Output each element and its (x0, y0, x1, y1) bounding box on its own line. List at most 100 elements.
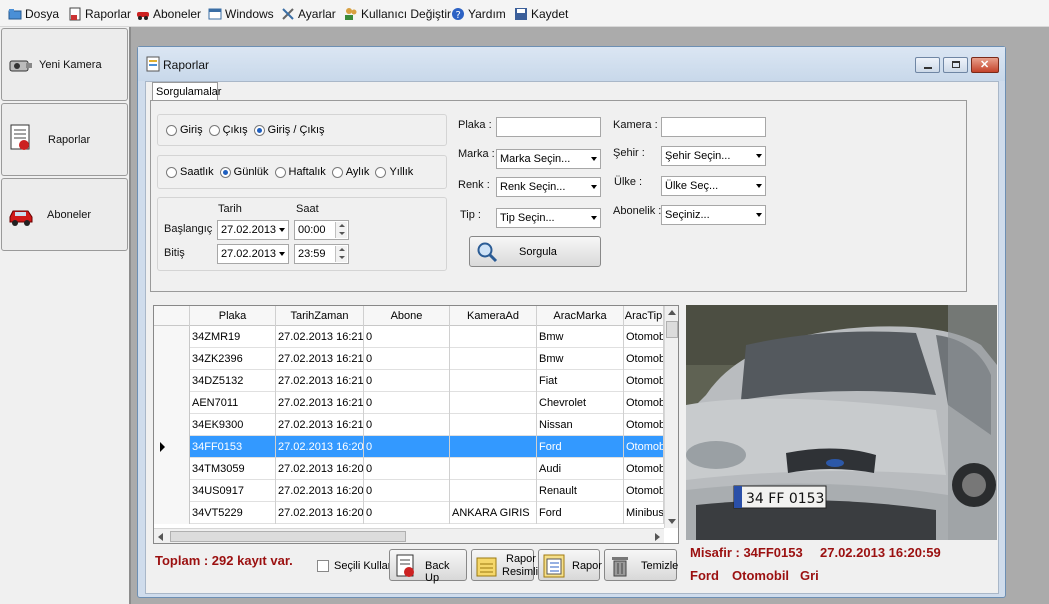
radio-circle[interactable] (375, 166, 387, 178)
period-radio-3[interactable]: Aylık (331, 166, 369, 178)
radio-circle[interactable] (331, 166, 343, 178)
direction-radio-1[interactable]: Çıkış (208, 124, 248, 136)
radio-circle[interactable] (274, 166, 286, 178)
row-header[interactable] (154, 436, 190, 458)
row-header[interactable] (154, 392, 190, 414)
table-row[interactable]: 34EK930027.02.2013 16:210 NissanOtomobil (154, 414, 678, 436)
radio-label: Çıkış (222, 124, 248, 136)
radio-circle[interactable] (166, 166, 177, 178)
close-icon: ✕ (980, 59, 990, 71)
column-header[interactable]: Abone (364, 306, 450, 326)
temizle-button[interactable]: Temizle (604, 549, 679, 581)
row-header[interactable] (154, 502, 190, 524)
raporlar-button[interactable]: Raporlar (1, 103, 128, 176)
direction-radio-0[interactable]: Giriş (166, 124, 203, 136)
yeni-kamera-button[interactable]: Yeni Kamera (1, 28, 128, 101)
aboneler-button[interactable]: Aboneler (1, 178, 128, 251)
table-row[interactable]: 34US091727.02.2013 16:200 RenaultOtomobil (154, 480, 678, 502)
scroll-up-icon[interactable] (668, 310, 676, 315)
column-header[interactable]: TarihZaman (276, 306, 364, 326)
start-time-stepper[interactable]: 00:00 (294, 220, 349, 240)
period-radio-1[interactable]: Günlük (219, 166, 269, 178)
minimize-button[interactable] (915, 57, 940, 73)
row-header[interactable] (154, 326, 190, 348)
results-grid[interactable]: Plaka TarihZaman Abone KameraAd AracMarka Ara… (153, 305, 679, 544)
menu-kaydet[interactable]: Kaydet (514, 5, 568, 23)
spin-icon[interactable] (335, 222, 347, 238)
start-date-value: 27.02.2013 (221, 224, 277, 236)
vehicle-photo: 34 FF 0153 (686, 305, 997, 540)
hscroll-thumb[interactable] (170, 531, 406, 542)
table-cell: Minibus (624, 502, 664, 524)
end-time-stepper[interactable]: 23:59 (294, 244, 349, 264)
column-header[interactable]: KameraAd (450, 306, 537, 326)
menu-aboneler[interactable]: Aboneler (136, 5, 201, 23)
maximize-button[interactable] (943, 57, 968, 73)
direction-group: Giriş Çıkış Giriş / Çıkış (157, 114, 447, 146)
tip-label: Tip : (460, 209, 481, 221)
radio-circle[interactable] (219, 166, 231, 178)
help-icon: ? (451, 7, 465, 21)
plaka-input[interactable] (496, 117, 601, 137)
column-header[interactable]: Plaka (190, 306, 276, 326)
secili-kullan-checkbox[interactable] (317, 560, 329, 572)
menu-ayarlar[interactable]: Ayarlar (281, 5, 336, 23)
row-header[interactable] (154, 458, 190, 480)
period-group: Saatlık Günlük Haftalık Aylık Yıllık (157, 155, 447, 189)
row-header[interactable] (154, 480, 190, 502)
radio-circle[interactable] (208, 124, 220, 136)
sorgula-button[interactable]: Sorgula (469, 236, 601, 267)
direction-radio-2[interactable]: Giriş / Çıkış (253, 124, 325, 136)
ulke-select[interactable]: Ülke Seç... (661, 176, 766, 196)
table-row[interactable]: 34TM305927.02.2013 16:200 AudiOtomobil (154, 458, 678, 480)
menu-raporlar[interactable]: Raporlar (68, 5, 131, 23)
end-date-picker[interactable]: 27.02.2013 (217, 244, 289, 264)
table-row[interactable]: 34VT5229 27.02.2013 16:20 0 ANKARA GIRIS For… (154, 502, 678, 524)
period-radio-4[interactable]: Yıllık (375, 166, 413, 178)
renk-select[interactable]: Renk Seçin... (496, 177, 601, 197)
table-row[interactable]: 34DZ513227.02.2013 16:210 FiatOtomobil (154, 370, 678, 392)
period-radio-0[interactable]: Saatlık (166, 166, 214, 178)
sehir-select[interactable]: Şehir Seçin... (661, 146, 766, 166)
row-header[interactable] (154, 414, 190, 436)
tip-select[interactable]: Tip Seçin... (496, 208, 601, 228)
column-header[interactable]: AracMarka (537, 306, 624, 326)
radio-circle[interactable] (253, 124, 265, 136)
rapor-resimli-button[interactable]: Rapor Resimli (471, 549, 538, 581)
abonelik-select[interactable]: Seçiniz... (661, 205, 766, 225)
menu-dosya[interactable]: Dosya (8, 5, 59, 23)
vertical-scrollbar[interactable] (664, 306, 678, 528)
close-button[interactable]: ✕ (971, 57, 999, 73)
row-header[interactable] (154, 370, 190, 392)
rapor-button[interactable]: Rapor (538, 549, 602, 581)
scroll-down-icon[interactable] (668, 519, 676, 524)
kamera-input[interactable] (661, 117, 766, 137)
temizle-label: Temizle (641, 560, 679, 572)
scroll-thumb[interactable] (666, 321, 678, 338)
period-radio-2[interactable]: Haftalık (274, 166, 326, 178)
horizontal-scrollbar[interactable] (154, 528, 664, 543)
table-row[interactable]: 34ZMR1927.02.2013 16:210 BmwOtomobil (154, 326, 678, 348)
checklist-icon (543, 554, 565, 581)
scroll-right-icon[interactable] (655, 533, 660, 541)
column-header[interactable]: AracTip (624, 306, 664, 326)
menu-kullanici-degistir[interactable]: Kullanıcı Değiştir (344, 5, 451, 23)
tab-sorgulamalar[interactable]: Sorgulamalar (152, 82, 221, 101)
table-cell: Otomobil (624, 392, 664, 414)
table-row[interactable]: 34ZK239627.02.2013 16:210 BmwOtomobil (154, 348, 678, 370)
backup-button[interactable]: Back Up (389, 549, 467, 584)
row-header[interactable] (154, 348, 190, 370)
radio-label: Giriş / Çıkış (267, 124, 325, 136)
table-row[interactable]: 34FF015327.02.2013 16:200 FordOtomobil (154, 436, 678, 458)
scroll-left-icon[interactable] (158, 533, 163, 541)
table-cell (450, 348, 537, 370)
spin-icon[interactable] (335, 246, 347, 262)
start-date-picker[interactable]: 27.02.2013 (217, 220, 289, 240)
marka-select[interactable]: Marka Seçin... (496, 149, 601, 169)
menu-windows[interactable]: Windows (208, 5, 274, 23)
table-cell: 27.02.2013 16:20 (276, 458, 364, 480)
tip-value: Tip Seçin... (500, 212, 555, 224)
menu-yardim[interactable]: ? Yardım (451, 5, 506, 23)
table-row[interactable]: AEN701127.02.2013 16:210 ChevroletOtomobi… (154, 392, 678, 414)
radio-circle[interactable] (166, 124, 177, 136)
